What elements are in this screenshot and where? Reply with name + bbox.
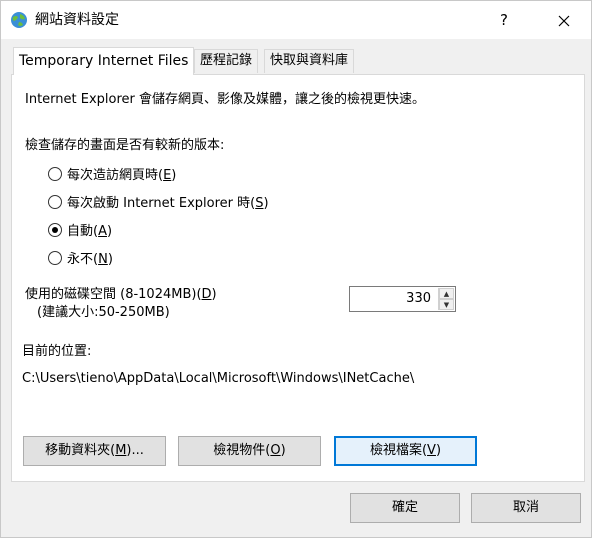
check-versions-label: 檢查儲存的畫面是否有較新的版本: <box>25 138 225 153</box>
window-title: 網站資料設定 <box>35 12 119 28</box>
ok-button[interactable]: 確定 <box>350 493 460 523</box>
current-location-path: C:\Users\tieno\AppData\Local\Microsoft\W… <box>22 371 415 386</box>
tab-temporary-internet-files[interactable]: Temporary Internet Files <box>13 47 195 75</box>
title-bar: 網站資料設定 ? <box>1 1 591 39</box>
radio-label: 每次造訪網頁時( <box>67 168 164 183</box>
button-label: 移動資料夾( <box>45 443 116 458</box>
view-files-button[interactable]: 檢視檔案(V) <box>334 436 477 466</box>
spin-up-arrow-icon[interactable]: ▲ <box>439 288 454 299</box>
label-suffix: ) <box>211 287 217 302</box>
help-button[interactable]: ? <box>481 5 527 35</box>
radio-label: 永不( <box>67 252 99 267</box>
access-key: N <box>98 252 108 267</box>
radio-label: 自動( <box>67 224 99 239</box>
tab-panel: Internet Explorer 會儲存網頁、影像及媒體，讓之後的檢視更快速。… <box>11 74 585 482</box>
disk-space-value[interactable]: 330 <box>406 290 431 308</box>
website-data-settings-dialog: 網站資料設定 ? Temporary Internet Files 歷程記錄 快… <box>0 0 592 538</box>
radio-button-selected[interactable] <box>48 223 62 237</box>
label-suffix: ) <box>171 168 177 183</box>
access-key: V <box>427 443 436 458</box>
radio-every-start[interactable]: 每次啟動 Internet Explorer 時(S) <box>48 194 269 214</box>
current-location-label: 目前的位置: <box>22 344 92 359</box>
spinner-buttons: ▲ ▼ <box>438 288 454 310</box>
tab-history[interactable]: 歷程記錄 <box>194 49 259 73</box>
close-button[interactable] <box>541 5 587 35</box>
radio-button[interactable] <box>48 251 62 265</box>
cancel-button[interactable]: 取消 <box>471 493 581 523</box>
label-suffix: ) <box>107 252 113 267</box>
close-icon <box>558 15 570 26</box>
radio-never[interactable]: 永不(N) <box>48 250 113 270</box>
access-key: M <box>115 443 127 458</box>
view-objects-button[interactable]: 檢視物件(O) <box>178 436 321 466</box>
label-suffix: ) <box>280 443 286 458</box>
tab-caches-and-databases[interactable]: 快取與資料庫 <box>264 49 355 73</box>
description-text: Internet Explorer 會儲存網頁、影像及媒體，讓之後的檢視更快速。 <box>25 92 426 107</box>
disk-space-label: 使用的磁碟空間 (8-1024MB)(D) <box>25 286 217 304</box>
radio-button[interactable] <box>48 195 62 209</box>
radio-label: 每次啟動 Internet Explorer 時( <box>67 196 256 211</box>
label-suffix: )... <box>126 443 144 458</box>
radio-automatically[interactable]: 自動(A) <box>48 222 112 242</box>
access-key: A <box>98 224 107 239</box>
internet-explorer-globe-icon <box>10 11 28 29</box>
move-folder-button[interactable]: 移動資料夾(M)... <box>23 436 166 466</box>
access-key: D <box>201 287 212 302</box>
recommended-size-label: (建議大小:50-250MB) <box>37 305 170 320</box>
button-label: 檢視檔案( <box>369 443 428 458</box>
spin-down-arrow-icon[interactable]: ▼ <box>439 299 454 310</box>
access-key: O <box>270 443 281 458</box>
radio-button[interactable] <box>48 167 62 181</box>
button-label: 檢視物件( <box>213 443 271 458</box>
disk-space-spinner[interactable]: 330 ▲ ▼ <box>349 286 456 312</box>
label-suffix: ) <box>435 443 442 458</box>
radio-every-visit[interactable]: 每次造訪網頁時(E) <box>48 166 176 186</box>
label-suffix: ) <box>106 224 113 239</box>
disk-space-text: 使用的磁碟空間 (8-1024MB)( <box>25 287 202 302</box>
label-suffix: ) <box>263 196 269 211</box>
